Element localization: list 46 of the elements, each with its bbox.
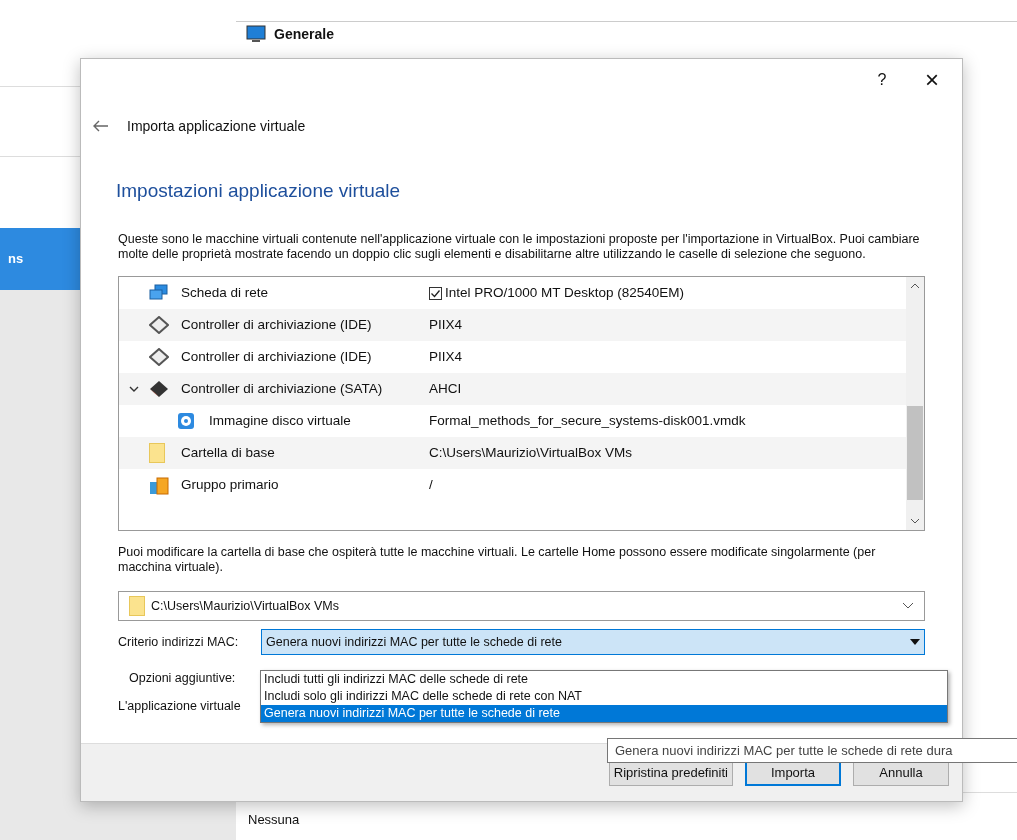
diamond-icon	[149, 380, 169, 398]
field-label: L'applicazione virtuale	[118, 699, 241, 713]
section-title: Generale	[274, 24, 334, 44]
tree-value[interactable]: /	[429, 474, 433, 496]
tree-label[interactable]: Immagine disco virtuale	[209, 410, 351, 432]
diamond-icon	[149, 316, 169, 334]
dropdown-option[interactable]: Includi tutti gli indirizzi MAC delle schede di rete	[261, 671, 947, 688]
expand-chevron-icon[interactable]	[129, 386, 139, 392]
folder-icon	[129, 596, 145, 616]
tree-value[interactable]: Intel PRO/1000 MT Desktop (82540EM)	[445, 282, 685, 304]
wizard-title: Importa applicazione virtuale	[127, 116, 306, 136]
tree-label[interactable]: Cartella di base	[181, 442, 275, 464]
tree-value[interactable]: PIIX4	[429, 346, 463, 368]
mac-policy-combobox[interactable]: Genera nuovi indirizzi MAC per tutte le schede di rete	[261, 629, 925, 655]
folder-icon	[149, 443, 165, 463]
checkbox[interactable]	[429, 286, 442, 300]
tree-label[interactable]: Controller di archiviazione (IDE)	[181, 346, 372, 368]
monitor-icon	[246, 25, 266, 43]
back-arrow-icon[interactable]	[93, 120, 109, 132]
dropdown-option[interactable]: Genera nuovi indirizzi MAC per tutte le schede di rete	[261, 705, 947, 722]
network-icon	[149, 284, 169, 302]
tree-label[interactable]: Controller di archiviazione (SATA)	[181, 378, 383, 400]
tree-label[interactable]: Scheda di rete	[181, 282, 269, 304]
group-icon	[149, 475, 169, 495]
help-button[interactable]: ?	[862, 60, 902, 100]
chevron-down-icon	[902, 602, 914, 610]
field-label: Criterio indirizzi MAC:	[118, 633, 240, 651]
intro-text: Queste sono le macchine virtuali contenute nell'applicazione virtuale con le impostazioni proposte per l'importazione in VirtualBox. Puoi cambiare molte delle proprietà mostrate facendo un doppio clic sugli elementi e disabilitarne altre utilizzando le caselle di selezione che seguono.	[118, 231, 921, 262]
scrollbar[interactable]	[906, 277, 924, 530]
close-button[interactable]: ×	[902, 60, 962, 100]
field-label: Opzioni aggiuntive:	[129, 671, 236, 685]
tree-value[interactable]: C:\Users\Maurizio\VirtualBox VMs	[429, 442, 633, 464]
dropdown-arrow-icon	[910, 639, 920, 645]
dropdown-option[interactable]: Includi solo gli indirizzi MAC delle schede di rete con NAT	[261, 688, 947, 705]
base-folder-combobox[interactable]: C:\Users\Maurizio\VirtualBox VMs	[118, 591, 925, 621]
base-folder-note: Puoi modificare la cartella di base che ospiterà tutte le macchine virtuali. Le cartelle Home possono essere modificate singolarmente (per macchina virtuale).	[118, 545, 877, 575]
tree-value[interactable]: AHCI	[429, 378, 462, 400]
setting-value: Nessuna	[248, 812, 300, 827]
scroll-thumb[interactable]	[907, 406, 923, 500]
tree-label[interactable]: Controller di archiviazione (IDE)	[181, 314, 372, 336]
tooltip: Genera nuovi indirizzi MAC per tutte le schede di rete dura	[607, 738, 1017, 763]
tree-value[interactable]: Formal_methods_for_secure_systems-disk001.vmdk	[429, 410, 746, 432]
diamond-icon	[149, 348, 169, 366]
page-heading: Impostazioni applicazione virtuale	[116, 180, 401, 201]
tree-label[interactable]: Gruppo primario	[181, 474, 279, 496]
tree-value[interactable]: PIIX4	[429, 314, 463, 336]
